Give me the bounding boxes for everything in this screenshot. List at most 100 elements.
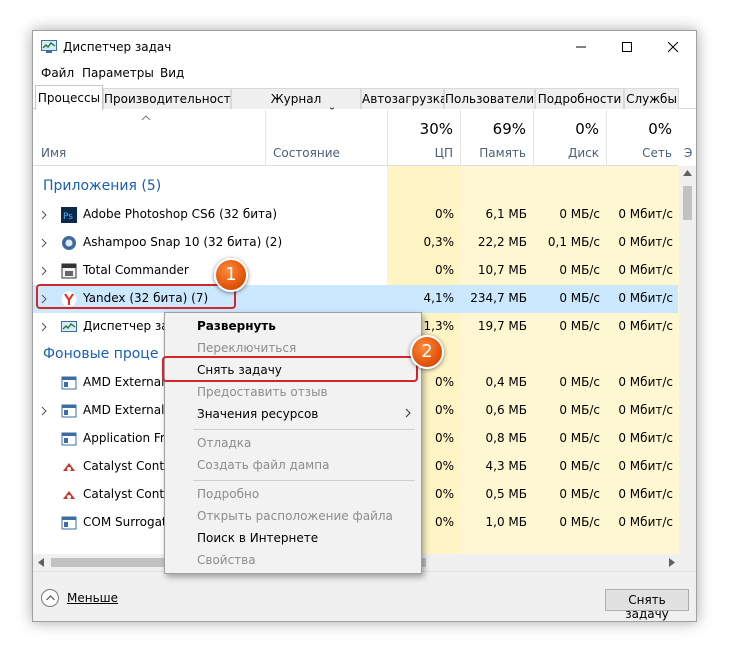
menu-item-open-file-location[interactable]: Открыть расположение файла <box>165 506 421 528</box>
menu-file[interactable]: Файл <box>41 66 74 80</box>
tab-performance[interactable]: Производительность <box>103 88 238 109</box>
task-manager-icon <box>61 321 77 332</box>
network-value: 0 Мбит/с <box>618 403 673 417</box>
network-value: 0 Мбит/с <box>618 375 673 389</box>
disk-value: 0 МБ/с <box>559 487 600 501</box>
network-value: 0 Мбит/с <box>618 291 673 305</box>
chevron-right-icon[interactable] <box>41 322 47 332</box>
footer-bar: Меньше Снять задачу <box>33 571 696 621</box>
fewer-details-toggle[interactable] <box>41 589 59 607</box>
network-value: 0 Мбит/с <box>618 431 673 445</box>
disk-value: 0 МБ/с <box>559 207 600 221</box>
menu-item-search-online[interactable]: Поиск в Интернете <box>165 528 421 550</box>
end-task-button[interactable]: Снять задачу <box>605 589 689 621</box>
column-extra[interactable]: Э <box>684 146 692 160</box>
table-row[interactable]: Ps Adobe Photoshop CS6 (32 бита) 0% 6,1 … <box>33 201 678 229</box>
menu-item-expand[interactable]: Развернуть <box>165 316 421 338</box>
memory-value: 0,4 МБ <box>485 375 527 389</box>
tab-startup[interactable]: Автозагрузка <box>361 88 447 109</box>
column-network[interactable]: Сеть <box>612 146 672 160</box>
close-button[interactable] <box>650 31 696 63</box>
memory-value: 4,3 МБ <box>485 459 527 473</box>
disk-value: 0 МБ/с <box>559 263 600 277</box>
vertical-scroll-thumb[interactable] <box>683 186 692 220</box>
menu-item-debug[interactable]: Отладка <box>165 433 421 455</box>
menu-options[interactable]: Параметры <box>82 66 154 80</box>
chevron-right-icon[interactable] <box>41 406 47 416</box>
process-name: Total Commander <box>83 263 189 277</box>
column-memory[interactable]: Память <box>466 146 526 160</box>
total-commander-icon <box>61 263 77 279</box>
column-name[interactable]: Имя <box>41 146 66 160</box>
resource-values-label: Значения ресурсов <box>197 407 319 421</box>
catalyst-icon <box>63 463 75 471</box>
disk-value: 0 МБ/с <box>559 515 600 529</box>
tab-processes[interactable]: Процессы <box>35 85 103 110</box>
tab-app-history[interactable]: Журнал приложений <box>231 88 361 120</box>
title-bar[interactable]: Диспетчер задач <box>33 31 696 63</box>
process-name: Ashampoo Snap 10 (32 бита) (2) <box>83 235 283 249</box>
memory-total: 69% <box>492 120 526 138</box>
disk-value: 0 МБ/с <box>559 319 600 333</box>
photoshop-icon: Ps <box>61 207 77 223</box>
menu-item-resource-values[interactable]: Значения ресурсов <box>165 404 421 426</box>
memory-value: 10,7 МБ <box>477 263 527 277</box>
menu-view[interactable]: Вид <box>160 66 184 80</box>
maximize-button[interactable] <box>604 31 650 63</box>
network-value: 0 Мбит/с <box>618 319 673 333</box>
column-header: Имя Состояние 30% ЦП 69% Память 0% Диск … <box>33 110 692 166</box>
process-name: Adobe Photoshop CS6 (32 бита) <box>83 207 278 221</box>
cpu-value: 4,1% <box>423 291 455 305</box>
svg-text:Ps: Ps <box>63 212 73 222</box>
step-badge-1: 1 <box>214 258 248 292</box>
memory-value: 234,7 МБ <box>470 291 527 305</box>
memory-value: 22,2 МБ <box>477 235 527 249</box>
service-icon <box>61 516 77 530</box>
network-value: 0 Мбит/с <box>618 263 673 277</box>
minimize-icon <box>576 46 586 48</box>
group-background: Фоновые проце <box>43 346 159 362</box>
chevron-right-icon[interactable] <box>41 238 47 248</box>
memory-value: 0,6 МБ <box>485 403 527 417</box>
scroll-right-icon[interactable] <box>669 558 675 567</box>
tab-services[interactable]: Службы <box>624 88 679 109</box>
network-value: 0 Мбит/с <box>618 459 673 473</box>
step-badge-2: 2 <box>410 335 444 369</box>
close-icon <box>668 42 678 52</box>
cpu-value: 0,3% <box>423 235 455 249</box>
memory-value: 0,8 МБ <box>485 431 527 445</box>
column-cpu[interactable]: ЦП <box>393 146 453 160</box>
menu-item-properties[interactable]: Свойства <box>165 550 421 572</box>
menu-item-create-dump[interactable]: Создать файл дампа <box>165 455 421 477</box>
disk-total: 0% <box>575 120 599 138</box>
window-title: Диспетчер задач <box>63 40 172 54</box>
menu-item-go-to-details[interactable]: Подробно <box>165 484 421 506</box>
column-disk[interactable]: Диск <box>539 146 599 160</box>
sort-arrow-icon[interactable] <box>141 115 151 121</box>
column-status[interactable]: Состояние <box>273 146 340 160</box>
fewer-details-link[interactable]: Меньше <box>67 591 118 605</box>
vertical-scrollbar[interactable] <box>679 166 696 586</box>
cpu-value: 0% <box>434 263 454 277</box>
table-row[interactable]: Ashampoo Snap 10 (32 бита) (2) 0,3% 22,2… <box>33 229 678 257</box>
group-apps: Приложения (5) <box>43 178 162 194</box>
menu-item-feedback[interactable]: Предоставить отзыв <box>165 382 421 404</box>
process-name: Catalyst Contro <box>83 487 177 501</box>
tab-users[interactable]: Пользователи <box>444 88 535 109</box>
menu-bar: Файл Параметры Вид <box>33 63 696 85</box>
minimize-button[interactable] <box>558 31 604 63</box>
network-total: 0% <box>648 120 672 138</box>
service-icon <box>61 404 77 418</box>
process-name: AMD External E <box>83 403 176 417</box>
chevron-right-icon[interactable] <box>41 266 47 276</box>
service-icon <box>61 376 77 390</box>
tab-details[interactable]: Подробности <box>535 88 624 109</box>
catalyst-icon <box>63 491 75 499</box>
scroll-up-icon[interactable] <box>683 170 692 176</box>
memory-value: 6,1 МБ <box>485 207 527 221</box>
disk-value: 0 МБ/с <box>559 431 600 445</box>
ashampoo-icon <box>62 236 76 250</box>
table-row[interactable]: Total Commander 0% 10,7 МБ 0 МБ/с 0 Мбит… <box>33 257 678 285</box>
chevron-right-icon[interactable] <box>41 210 47 220</box>
scroll-left-icon[interactable] <box>38 558 44 567</box>
